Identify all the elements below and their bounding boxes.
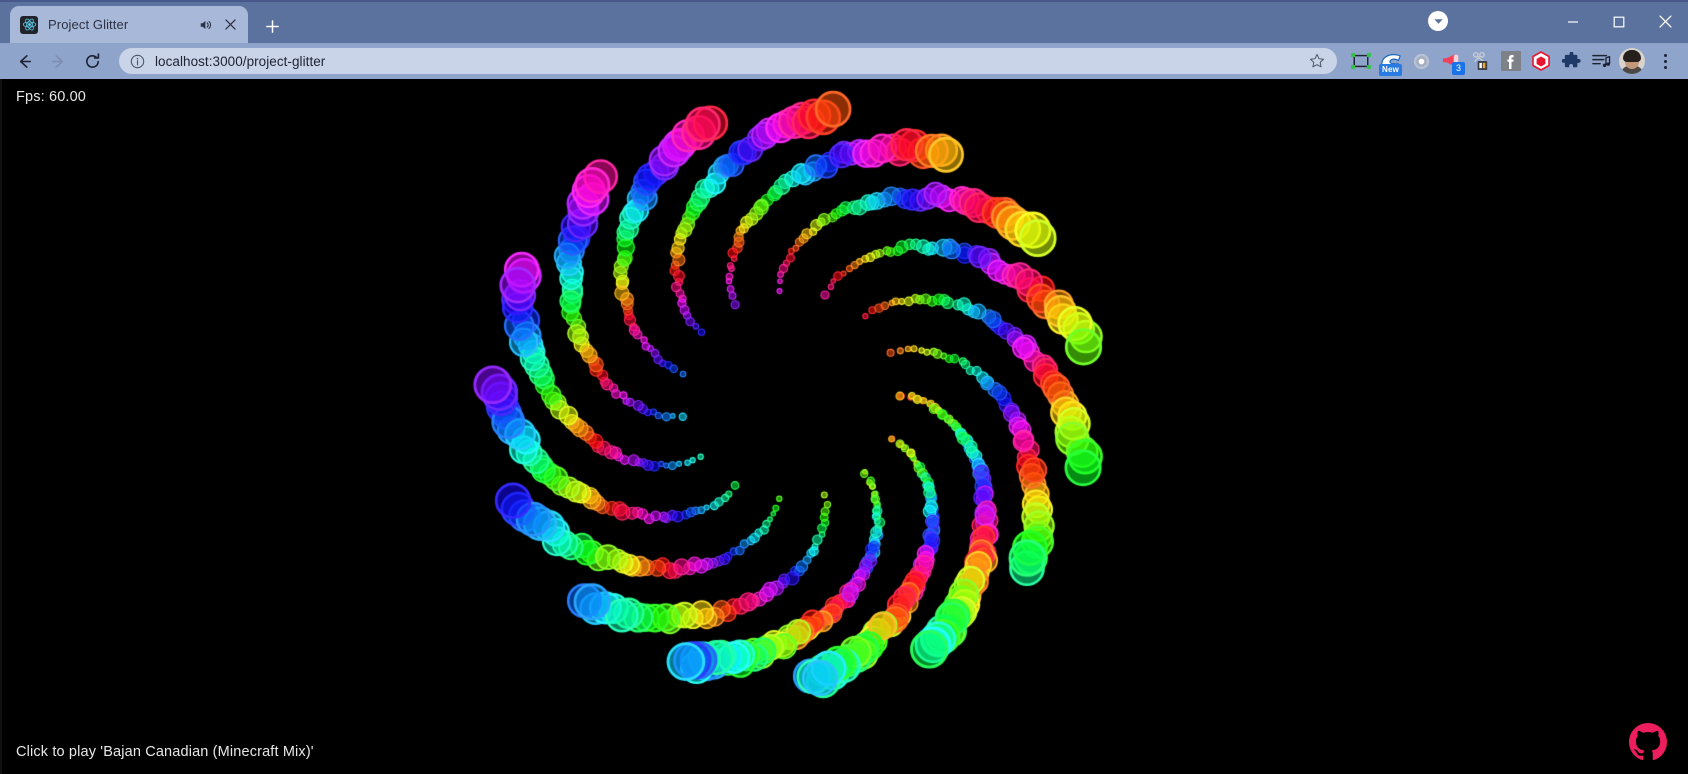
viewport-left-edge xyxy=(0,79,2,774)
tab-strip: Project Glitter xyxy=(0,0,1688,43)
github-octocat-icon[interactable] xyxy=(1626,720,1670,764)
notification-count-badge: 3 xyxy=(1452,62,1465,75)
minimize-icon[interactable] xyxy=(1550,0,1596,43)
maximize-icon[interactable] xyxy=(1596,0,1642,43)
screen-capture-icon[interactable] xyxy=(1348,48,1374,74)
scribd-icon[interactable]: New xyxy=(1378,48,1404,76)
forward-arrow-icon[interactable] xyxy=(42,45,74,77)
kebab-menu-icon[interactable] xyxy=(1652,48,1678,74)
fps-counter: Fps: 60.00 xyxy=(16,89,87,105)
browser-tab[interactable]: Project Glitter xyxy=(10,6,248,43)
scissors-clipboard-icon[interactable] xyxy=(1468,48,1494,74)
browser-toolbar: localhost:3000/project-glitter New 3 xyxy=(0,43,1688,79)
window-top-edge xyxy=(0,0,1688,2)
close-icon[interactable] xyxy=(220,15,240,35)
browser-window: Project Glitter localhost:3000/project-g… xyxy=(0,0,1688,774)
address-bar[interactable]: localhost:3000/project-glitter xyxy=(119,48,1337,74)
react-logo-icon xyxy=(20,15,38,34)
page-viewport: Fps: 60.00 Click to play 'Bajan Canadian… xyxy=(0,79,1688,774)
megaphone-icon[interactable]: 3 xyxy=(1438,48,1465,75)
facebook-icon[interactable] xyxy=(1498,48,1524,74)
tab-title: Project Glitter xyxy=(48,17,129,32)
glitter-particle-canvas[interactable] xyxy=(0,79,1688,774)
puzzle-extensions-icon[interactable] xyxy=(1558,48,1584,74)
info-circle-icon[interactable] xyxy=(129,53,146,70)
star-outline-icon[interactable] xyxy=(1307,51,1327,71)
play-music-prompt[interactable]: Click to play 'Bajan Canadian (Minecraft… xyxy=(16,744,314,760)
window-controls xyxy=(1550,0,1688,43)
avatar-hair xyxy=(1623,50,1641,62)
media-playlist-icon[interactable] xyxy=(1588,48,1614,74)
grey-gear-icon[interactable] xyxy=(1408,48,1434,74)
speaker-playing-icon[interactable] xyxy=(196,15,216,35)
new-tag-label: New xyxy=(1379,64,1403,76)
new-tab-button[interactable] xyxy=(258,12,286,40)
window-close-icon[interactable] xyxy=(1642,0,1688,43)
profile-avatar[interactable] xyxy=(1619,48,1645,74)
sync-status-icon[interactable] xyxy=(1428,11,1448,31)
url-text[interactable]: localhost:3000/project-glitter xyxy=(155,54,1307,69)
back-arrow-icon[interactable] xyxy=(8,45,40,77)
reload-icon[interactable] xyxy=(76,45,108,77)
hexagon-shield-icon[interactable] xyxy=(1528,48,1554,74)
